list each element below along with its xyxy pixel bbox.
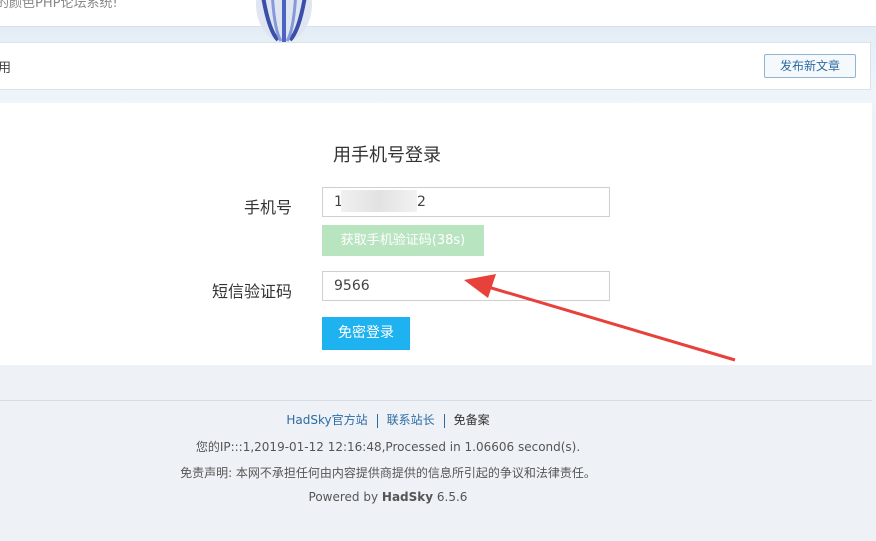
get-sms-code-button[interactable]: 获取手机验证码(38s) <box>322 225 484 256</box>
nav-bar: 用 发布新文章 <box>0 42 871 90</box>
footer-powered-by: Powered by HadSky 6.5.6 <box>0 490 776 504</box>
site-slogan: 的颜色PHP论坛系统! <box>0 0 118 11</box>
sms-code-label: 短信验证码 <box>211 282 292 301</box>
phone-mask <box>341 190 417 212</box>
passwordless-login-button[interactable]: 免密登录 <box>322 317 410 350</box>
footer-beian: 免备案 <box>453 413 490 427</box>
publish-article-button[interactable]: 发布新文章 <box>764 54 856 78</box>
sms-code-input[interactable]: 9566 <box>322 271 610 301</box>
footer-separator <box>376 413 378 428</box>
footer-links: HadSky官方站 联系站长 免备案 <box>0 411 776 428</box>
balloon-decoration-icon <box>254 0 314 44</box>
powered-brand[interactable]: HadSky <box>382 490 433 504</box>
login-panel: 用手机号登录 手机号 1 2 获取手机验证码(38s) 短信验证码 9566 免… <box>0 103 872 365</box>
top-bar: 的颜色PHP论坛系统! <box>0 0 876 27</box>
footer-disclaimer: 免责声明: 本网不承担任何由内容提供商提供的信息所引起的争议和法律责任。 <box>180 466 596 480</box>
footer-link-official[interactable]: HadSky官方站 <box>286 413 367 427</box>
footer-separator <box>443 413 445 428</box>
phone-value-end: 2 <box>417 194 426 210</box>
footer-link-contact[interactable]: 联系站长 <box>387 413 435 427</box>
page-title: 用手机号登录 <box>333 145 441 166</box>
powered-version: 6.5.6 <box>433 490 468 504</box>
footer-ip-info: 您的IP:::1,2019-01-12 12:16:48,Processed i… <box>195 440 581 454</box>
powered-prefix: Powered by <box>308 490 382 504</box>
phone-label: 手机号 <box>243 198 292 217</box>
footer-divider <box>0 400 872 401</box>
nav-item[interactable]: 用 <box>0 57 11 76</box>
phone-input[interactable]: 1 2 <box>322 187 610 217</box>
